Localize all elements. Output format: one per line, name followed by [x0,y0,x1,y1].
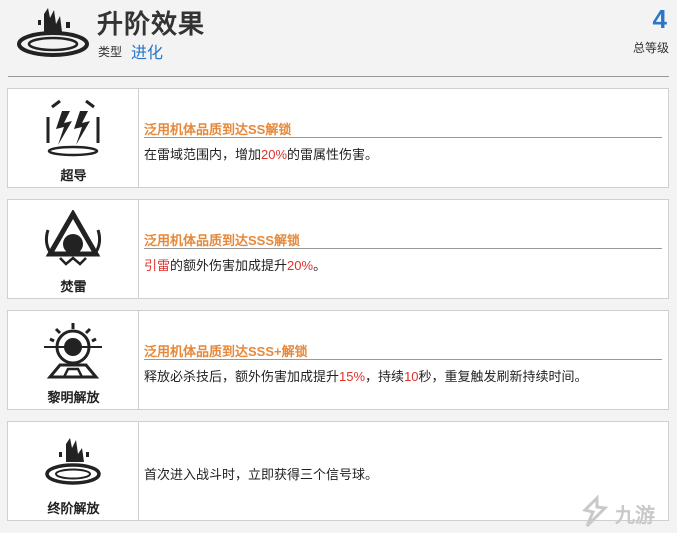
total-level-label: 总等级 [632,41,669,55]
ascension-name: 终阶解放 [47,501,100,516]
description-text: ，持续 [365,369,405,384]
type-value: 进化 [131,45,164,62]
ascension-name: 焚雷 [60,279,87,294]
page-title: 升阶效果 [97,9,206,39]
description-text: 的额外伤害加成提升 [170,258,288,273]
watermark-text: 九游 [615,505,655,527]
description-text: 。 [313,258,327,273]
effect-description: 引雷的额外伤害加成提升20%。 [144,255,326,274]
description-text: 释放必杀技后，额外伤害加成提升 [144,369,340,384]
ascension-card: 黎明解放 泛用机体品质到达SSS+解锁 释放必杀技后，额外伤害加成提升15%，持… [7,310,669,410]
unlock-condition: 泛用机体品质到达SSS+解锁 [144,344,308,359]
ascension-card: 超导 泛用机体品质到达SS解锁 在雷域范围内，增加20%的雷属性伤害。 [7,88,669,188]
highlight-value: 20% [287,258,314,273]
jiuyou-logo-icon [582,495,609,528]
unlock-divider [144,137,662,138]
effect-description: 在雷域范围内，增加20%的雷属性伤害。 [144,144,378,163]
unlock-divider [144,359,662,360]
highlight-value: 引雷 [144,258,171,273]
ascension-icon-cell: 焚雷 [8,200,139,298]
description-text: 的雷属性伤害。 [287,147,379,162]
ascension-body: 泛用机体品质到达SSS解锁 引雷的额外伤害加成提升20%。 [144,200,662,298]
description-text: 在雷域范围内，增加 [144,147,262,162]
description-text: 秒，重复触发刷新持续时间。 [418,369,588,384]
effect-description: 首次进入战斗时，立即获得三个信号球。 [144,464,378,483]
thunder-orb-icon [44,210,102,266]
total-level-value: 4 [652,4,667,34]
highlight-value: 20% [261,147,288,162]
ascension-card: 终阶解放 首次进入战斗时，立即获得三个信号球。 [7,421,669,521]
ascension-icon-cell: 超导 [8,89,139,187]
ascension-body: 泛用机体品质到达SSS+解锁 释放必杀技后，额外伤害加成提升15%，持续10秒，… [144,311,662,409]
description-text: 首次进入战斗时，立即获得三个信号球。 [144,467,379,482]
evolution-emblem-icon [17,8,89,57]
ascension-icon-cell: 终阶解放 [8,422,139,520]
final-release-icon [45,438,101,485]
unlock-divider [144,248,662,249]
ascension-name: 超导 [60,168,87,183]
header: 升阶效果 类型 进化 4 总等级 [0,0,677,78]
sun-eye-icon [44,323,102,379]
ascension-icon-cell: 黎明解放 [8,311,139,409]
highlight-value: 10 [404,369,419,384]
effect-description: 释放必杀技后，额外伤害加成提升15%，持续10秒，重复触发刷新持续时间。 [144,366,588,385]
ascension-name: 黎明解放 [47,390,100,405]
lightning-icon [46,99,100,157]
ascension-card: 焚雷 泛用机体品质到达SSS解锁 引雷的额外伤害加成提升20%。 [7,199,669,299]
ascension-body: 泛用机体品质到达SS解锁 在雷域范围内，增加20%的雷属性伤害。 [144,89,662,187]
highlight-value: 15% [339,369,366,384]
unlock-condition: 泛用机体品质到达SS解锁 [144,122,292,137]
watermark: 九游 [579,495,671,529]
header-divider [8,76,669,77]
unlock-condition: 泛用机体品质到达SSS解锁 [144,233,301,248]
type-label: 类型 [98,45,123,59]
